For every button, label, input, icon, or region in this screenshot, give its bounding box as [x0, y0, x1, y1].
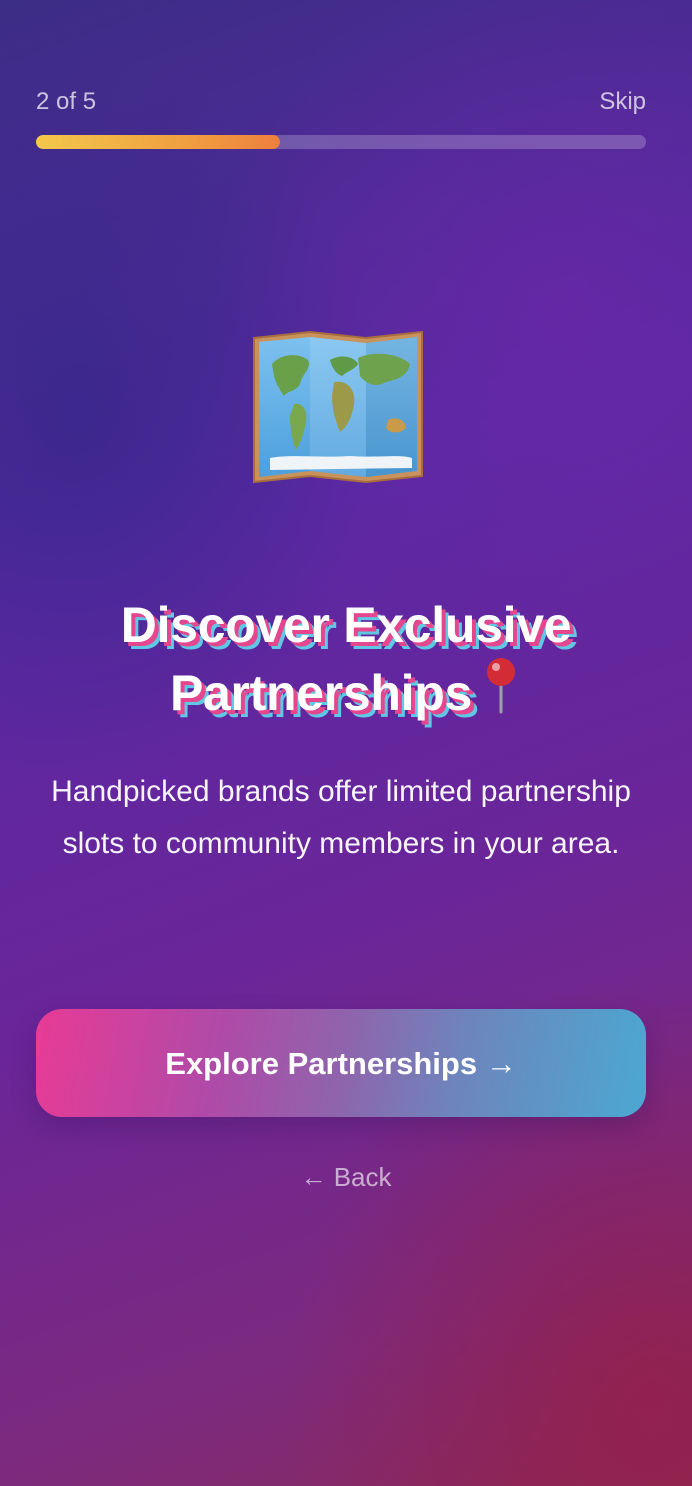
round-pushpin-icon [487, 658, 516, 714]
skip-button[interactable]: Skip [599, 88, 646, 116]
back-button[interactable]: ← Back [246, 1158, 446, 1196]
progress-bar-fill [36, 135, 280, 149]
progress-bar [36, 135, 646, 149]
explore-partnerships-button[interactable]: Explore Partnerships → [36, 1009, 646, 1117]
world-map-icon [253, 330, 423, 484]
page-description: Handpicked brands offer limited partners… [51, 775, 631, 860]
onboarding-screen: 2 of 5 Skip Discover Exclusive Partnersh… [0, 0, 692, 1486]
page-title: Discover Exclusive Partnerships [30, 594, 662, 724]
onboarding-header: 2 of 5 Skip [36, 86, 646, 120]
step-counter: 2 of 5 [36, 88, 97, 115]
